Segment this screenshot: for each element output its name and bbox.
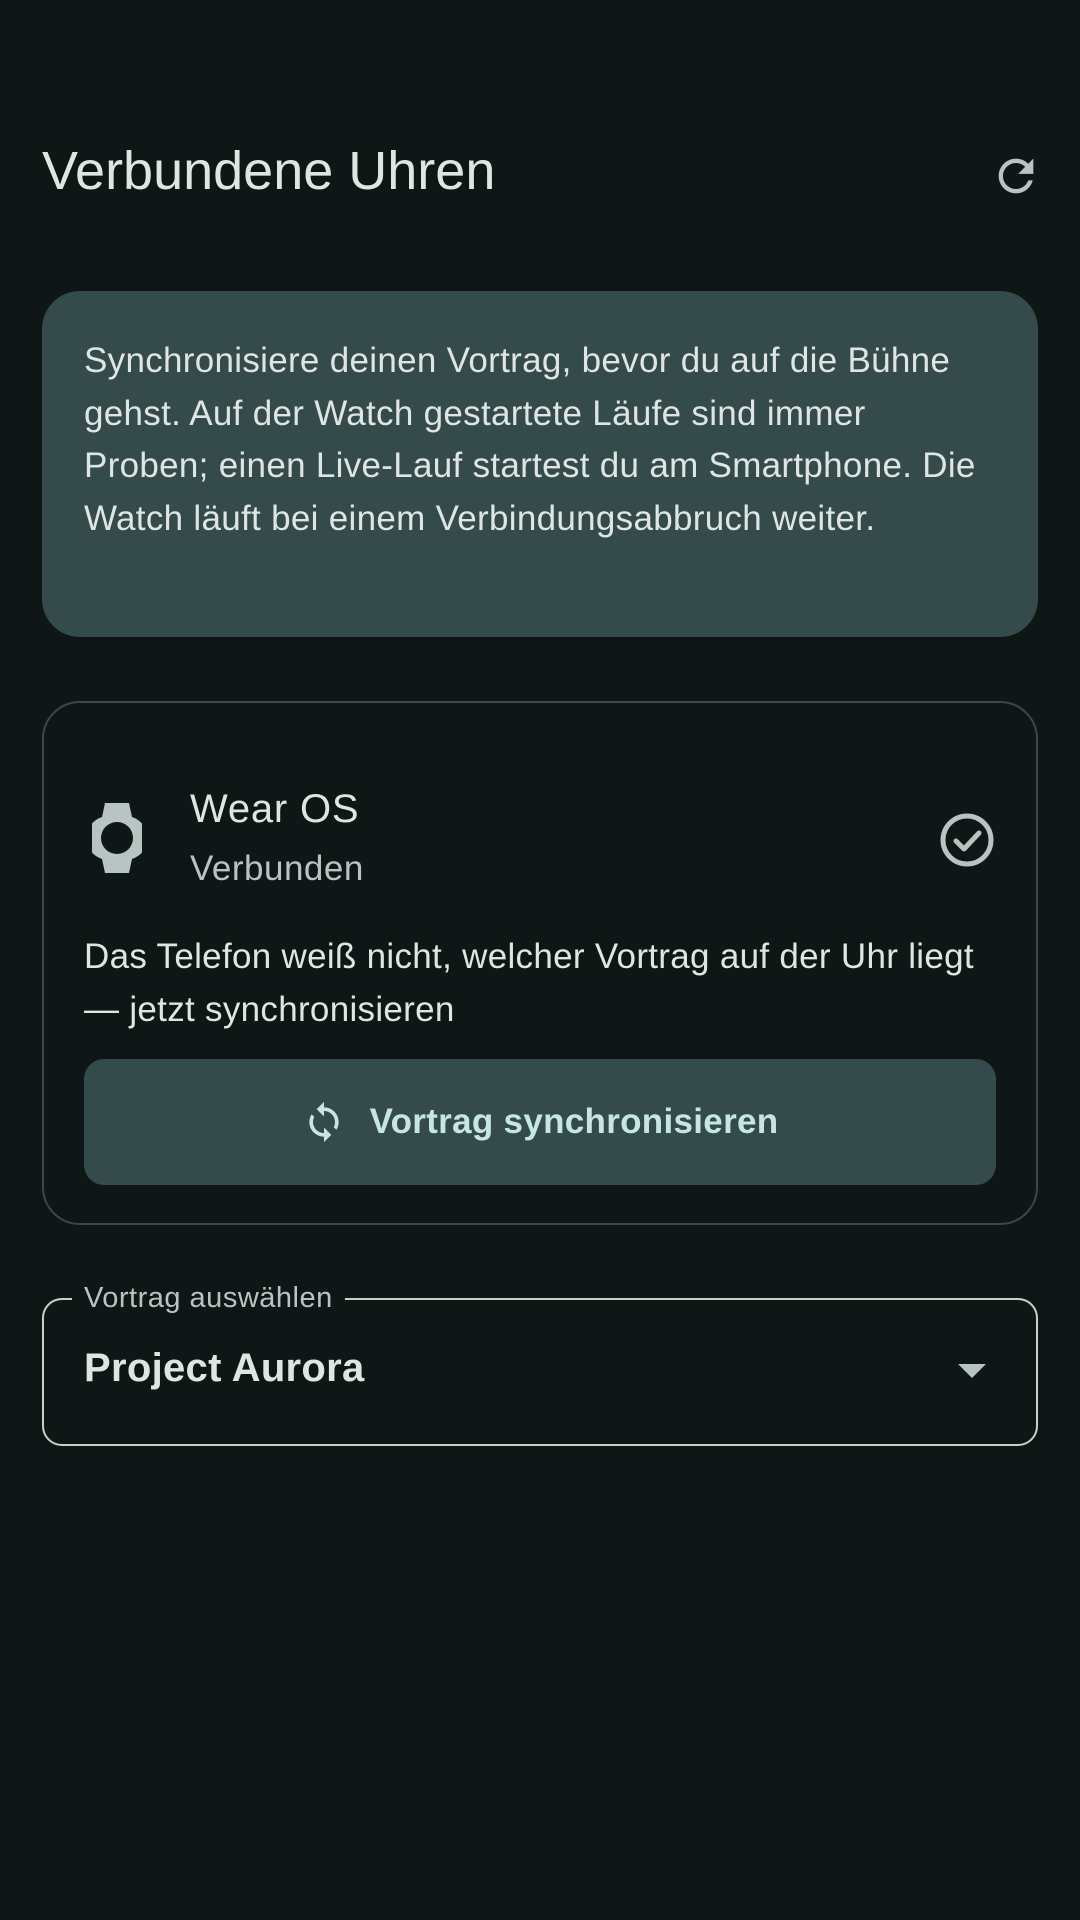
sync-talk-button[interactable]: Vortrag synchronisieren bbox=[84, 1059, 996, 1185]
info-text: Synchronisiere deinen Vortrag, bevor du … bbox=[84, 341, 976, 538]
sync-hint-text: Das Telefon weiß nicht, welcher Vortrag … bbox=[84, 937, 974, 1029]
sync-button-label: Vortrag synchronisieren bbox=[369, 1102, 779, 1141]
watch-icon bbox=[92, 803, 142, 873]
watch-device-card: Wear OS Verbunden Das Telefon weiß nicht… bbox=[42, 701, 1038, 1225]
talk-select-value: Project Aurora bbox=[84, 1346, 365, 1390]
info-card: Synchronisiere deinen Vortrag, bevor du … bbox=[42, 291, 1038, 637]
device-status: Verbunden bbox=[190, 849, 364, 888]
page-title: Verbundene Uhren bbox=[42, 141, 496, 201]
top-app-bar: Verbundene Uhren bbox=[0, 110, 1080, 240]
refresh-icon bbox=[998, 158, 1034, 194]
talk-select-dropdown[interactable]: Vortrag auswählen Project Aurora bbox=[42, 1280, 1038, 1446]
talk-select-label: Vortrag auswählen bbox=[72, 1280, 345, 1316]
arrow-drop-down-icon bbox=[958, 1364, 986, 1378]
refresh-button[interactable] bbox=[986, 146, 1046, 206]
screen: Verbundene Uhren Synchronisiere deinen V… bbox=[0, 0, 1080, 1920]
sync-icon bbox=[308, 1101, 339, 1143]
device-name: Wear OS bbox=[190, 787, 360, 831]
check-circle-icon bbox=[940, 813, 994, 867]
